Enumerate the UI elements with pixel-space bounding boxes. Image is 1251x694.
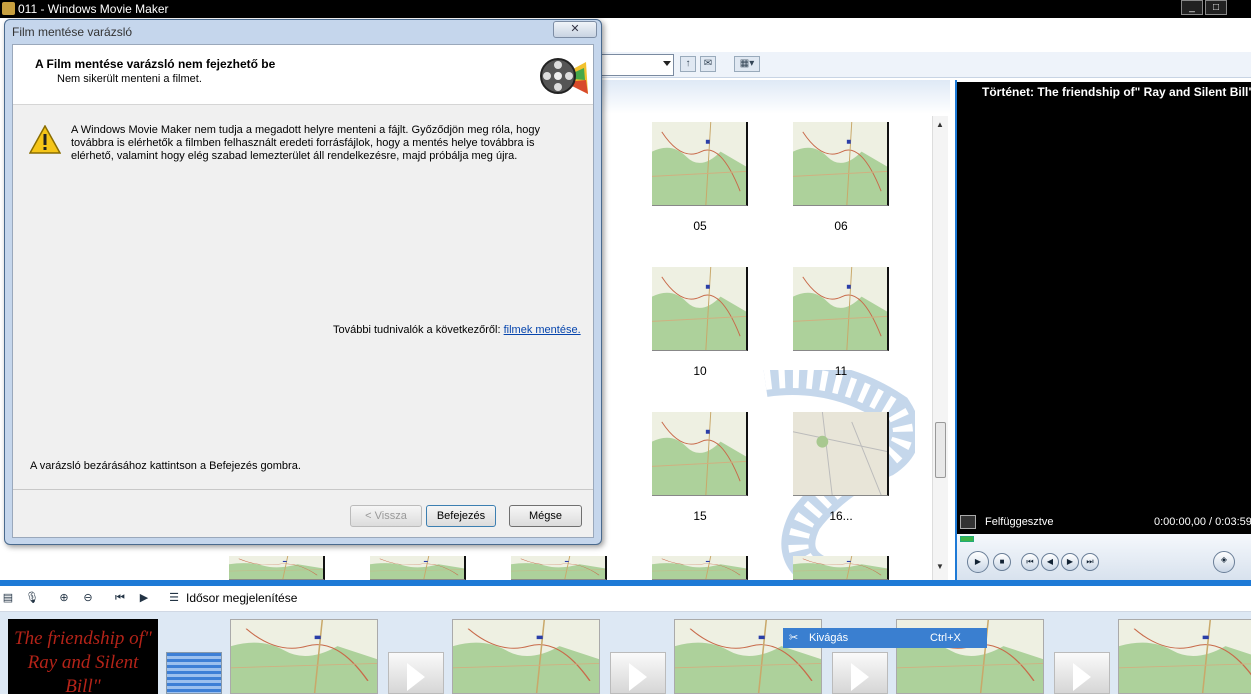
scrollbar-thumb[interactable] (935, 422, 946, 478)
thumbnail-label: 11 (834, 364, 848, 378)
clip-thumbnail[interactable] (793, 122, 889, 206)
title-bar: 011 - Windows Movie Maker _ □ (0, 0, 1251, 18)
storyboard-clip[interactable] (230, 619, 378, 694)
chevron-down-icon (663, 61, 671, 66)
clip-thumbnail[interactable] (511, 556, 607, 580)
content-header (600, 80, 950, 114)
clip-thumbnail[interactable] (793, 412, 889, 496)
up-folder-icon[interactable]: ↑ (680, 56, 696, 72)
movie-maker-logo-icon (540, 58, 588, 94)
context-menu-cut[interactable]: ✂ Kivágás Ctrl+X (783, 628, 987, 648)
fast-forward-icon[interactable]: ▶ (1061, 553, 1079, 571)
transition-slot[interactable] (388, 652, 444, 694)
storyboard-clip[interactable] (1118, 619, 1251, 694)
transition-slot[interactable] (610, 652, 666, 694)
clip-thumbnail[interactable] (793, 267, 889, 351)
window-title: 011 - Windows Movie Maker (18, 2, 169, 16)
clip-thumbnail[interactable] (652, 267, 748, 351)
clip-thumbnail[interactable] (229, 556, 325, 580)
menu-bar-area (600, 18, 1251, 52)
play-storyboard-icon[interactable]: ▶ (136, 590, 152, 606)
clip-thumbnail[interactable] (652, 122, 748, 206)
seek-bar-position[interactable] (960, 536, 974, 542)
clip-thumbnail[interactable] (370, 556, 466, 580)
cancel-button[interactable]: Mégse (509, 505, 582, 527)
warning-icon (29, 125, 61, 154)
scroll-down-icon[interactable]: ▼ (936, 562, 944, 571)
error-message: A Windows Movie Maker nem tudja a megado… (71, 124, 540, 162)
transition-slot[interactable] (832, 652, 888, 694)
zoom-in-icon[interactable]: ⊕ (56, 590, 72, 606)
scissors-icon: ✂ (789, 632, 799, 644)
preview-status-bar: Felfüggesztve 0:00:00,00 / 0:03:59 (957, 510, 1251, 534)
collection-dropdown[interactable] (600, 54, 674, 76)
minimize-button[interactable]: _ (1181, 0, 1203, 15)
finish-button[interactable]: Befejezés (426, 505, 496, 527)
detach-monitor-icon[interactable] (960, 515, 976, 529)
clip-thumbnail[interactable] (652, 556, 748, 580)
cut-menu-label: Kivágás (809, 632, 849, 644)
more-info: További tudnivalók a következőről: filme… (333, 324, 581, 336)
preview-screen (957, 104, 1251, 510)
dialog-heading: A Film mentése varázsló nem fejezhető be (35, 57, 276, 71)
playback-time: 0:00:00,00 / 0:03:59 (1154, 516, 1251, 528)
zoom-out-icon[interactable]: ⊖ (80, 590, 96, 606)
clip-thumbnail[interactable] (652, 412, 748, 496)
stop-icon[interactable]: ■ (993, 553, 1011, 571)
transition-effect[interactable] (166, 652, 222, 694)
rewind-storyboard-icon[interactable]: ⏮ (112, 590, 128, 606)
title-clip[interactable]: The friendship of" Ray and Silent Bill" (8, 619, 158, 694)
timeline-icon[interactable]: ☰ (166, 590, 182, 606)
thumbnail-label: 06 (834, 219, 848, 233)
transition-slot[interactable] (1054, 652, 1110, 694)
next-frame-icon[interactable]: ⏭ (1081, 553, 1099, 571)
scroll-up-icon[interactable]: ▲ (936, 120, 944, 129)
show-timeline-button[interactable]: Idősor megjelenítése (186, 591, 297, 605)
cut-shortcut: Ctrl+X (930, 632, 961, 644)
maximize-button[interactable]: □ (1205, 0, 1227, 15)
rewind-icon[interactable]: ◀ (1041, 553, 1059, 571)
new-folder-icon[interactable]: ✉ (700, 56, 716, 72)
dialog-subheading: Nem sikerült menteni a filmet. (57, 73, 202, 85)
narrate-icon[interactable]: 🎙 (24, 590, 40, 606)
toolbar (600, 52, 1251, 78)
storyboard-clip[interactable] (452, 619, 600, 694)
storyboard-icon[interactable]: ▤ (0, 590, 16, 606)
play-icon[interactable]: ▶ (967, 551, 989, 573)
thumbnail-label: 15 (693, 509, 707, 523)
thumbnail-label: 16... (829, 509, 853, 523)
app-icon (2, 2, 15, 15)
thumbnail-label: 10 (693, 364, 707, 378)
thumbnail-label: 05 (693, 219, 707, 233)
dialog-separator (13, 489, 593, 490)
clip-thumbnail[interactable] (793, 556, 889, 580)
preview-title: Történet: The friendship of" Ray and Sil… (957, 82, 1251, 104)
playback-status: Felfüggesztve (985, 516, 1054, 528)
view-options-icon[interactable]: ▦▾ (734, 56, 760, 72)
dialog-title: Film mentése varázsló (12, 25, 133, 39)
back-button[interactable]: < Vissza (350, 505, 422, 527)
close-button[interactable]: ✕ (553, 21, 597, 38)
more-info-prefix: További tudnivalók a következőről: (333, 324, 501, 336)
close-hint: A varázsló bezárásához kattintson a Befe… (30, 460, 301, 472)
save-movies-link[interactable]: filmek mentése. (504, 324, 581, 336)
content-scrollbar[interactable]: ▲ ▼ (932, 116, 948, 580)
previous-frame-icon[interactable]: ⏮ (1021, 553, 1039, 571)
playback-controls: ▶ ■ ⏮ ◀ ▶ ⏭ ◈ (957, 534, 1251, 580)
split-clip-icon[interactable]: ◈ (1213, 551, 1235, 573)
